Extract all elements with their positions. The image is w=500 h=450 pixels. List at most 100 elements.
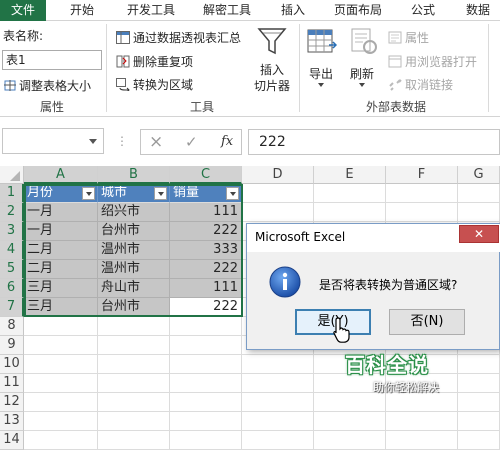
tab-formulas[interactable]: 公式	[404, 0, 442, 21]
row-header-10[interactable]: 10	[0, 355, 24, 374]
grid-cell[interactable]	[98, 393, 170, 412]
table-cell[interactable]: 111	[170, 279, 242, 298]
row-header-1[interactable]: 1	[0, 184, 24, 203]
grid-cell[interactable]	[458, 203, 500, 222]
grid-cell[interactable]	[98, 431, 170, 450]
column-header-c[interactable]: C	[170, 166, 242, 184]
grid-cell[interactable]	[98, 355, 170, 374]
cancel-icon[interactable]: ×	[149, 132, 163, 152]
grid-cell[interactable]	[458, 412, 500, 431]
grid-cell[interactable]	[24, 317, 98, 336]
grid-cell[interactable]	[242, 431, 314, 450]
table-cell[interactable]: 333	[170, 241, 242, 260]
table-name-input[interactable]: 表1	[2, 50, 102, 70]
tab-developer[interactable]: 开发工具	[120, 0, 182, 21]
table-cell[interactable]: 温州市	[98, 260, 170, 279]
grid-cell[interactable]	[170, 412, 242, 431]
table-header-cell[interactable]: 城市	[98, 184, 170, 203]
formula-input[interactable]: 222	[248, 129, 500, 155]
grid-cell[interactable]	[170, 374, 242, 393]
table-cell[interactable]: 111	[170, 203, 242, 222]
grid-cell[interactable]	[242, 184, 314, 203]
table-cell[interactable]: 一月	[24, 203, 98, 222]
tab-data[interactable]: 数据	[456, 0, 500, 21]
table-cell[interactable]: 绍兴市	[98, 203, 170, 222]
tab-home[interactable]: 开始	[62, 0, 102, 21]
grid-cell[interactable]	[98, 336, 170, 355]
filter-dropdown-icon[interactable]	[82, 187, 95, 200]
grid-cell[interactable]	[386, 203, 458, 222]
row-header-4[interactable]: 4	[0, 241, 24, 260]
table-cell[interactable]: 台州市	[98, 298, 170, 317]
column-header-g[interactable]: G	[458, 166, 500, 184]
external-properties-button[interactable]: 属性	[388, 29, 429, 46]
insert-slicer-button[interactable]: 插入 切片器	[252, 25, 292, 97]
table-cell[interactable]: 三月	[24, 298, 98, 317]
table-header-cell[interactable]: 销量	[170, 184, 242, 203]
grid-cell[interactable]	[170, 393, 242, 412]
grid-cell[interactable]	[24, 374, 98, 393]
table-cell[interactable]: 222	[170, 222, 242, 241]
table-cell[interactable]: 台州市	[98, 222, 170, 241]
dialog-close-button[interactable]: ✕	[459, 225, 499, 243]
grid-cell[interactable]	[24, 355, 98, 374]
grid-cell[interactable]	[24, 393, 98, 412]
grid-cell[interactable]	[170, 355, 242, 374]
grid-cell[interactable]	[242, 374, 314, 393]
row-header-8[interactable]: 8	[0, 317, 24, 336]
grid-cell[interactable]	[386, 184, 458, 203]
grid-cell[interactable]	[458, 355, 500, 374]
grid-cell[interactable]	[170, 431, 242, 450]
grid-cell[interactable]	[170, 317, 242, 336]
tab-page-layout[interactable]: 页面布局	[326, 0, 390, 21]
tab-decrypt-tools[interactable]: 解密工具	[196, 0, 258, 21]
grid-cell[interactable]	[386, 431, 458, 450]
grid-cell[interactable]	[458, 374, 500, 393]
grid-cell[interactable]	[242, 412, 314, 431]
row-header-5[interactable]: 5	[0, 260, 24, 279]
no-button[interactable]: 否(N)	[389, 309, 465, 335]
formula-bar-splitter-icon[interactable]: ⋮	[116, 134, 128, 148]
grid-cell[interactable]	[242, 393, 314, 412]
table-cell[interactable]: 222	[170, 260, 242, 279]
grid-cell[interactable]	[242, 203, 314, 222]
row-header-7[interactable]: 7	[0, 298, 24, 317]
grid-cell[interactable]	[314, 431, 386, 450]
grid-cell[interactable]	[170, 336, 242, 355]
grid-cell[interactable]	[458, 393, 500, 412]
table-header-cell[interactable]: 月份	[24, 184, 98, 203]
active-cell[interactable]: 222	[170, 298, 242, 317]
grid-cell[interactable]	[314, 184, 386, 203]
remove-duplicates-button[interactable]: 删除重复项	[116, 53, 193, 70]
grid-cell[interactable]	[24, 412, 98, 431]
grid-cell[interactable]	[98, 412, 170, 431]
filter-dropdown-icon[interactable]	[226, 187, 239, 200]
table-cell[interactable]: 三月	[24, 279, 98, 298]
grid-cell[interactable]	[98, 317, 170, 336]
name-box-dropdown-icon[interactable]	[89, 139, 97, 144]
tab-file[interactable]: 文件	[0, 0, 46, 21]
refresh-button[interactable]: 刷新	[346, 25, 382, 95]
table-cell[interactable]: 一月	[24, 222, 98, 241]
row-header-2[interactable]: 2	[0, 203, 24, 222]
row-header-13[interactable]: 13	[0, 412, 24, 431]
row-header-9[interactable]: 9	[0, 336, 24, 355]
table-cell[interactable]: 二月	[24, 241, 98, 260]
grid-cell[interactable]	[242, 355, 314, 374]
convert-to-range-button[interactable]: 转换为区域	[116, 76, 193, 93]
confirm-icon[interactable]: ✓	[185, 133, 198, 151]
table-cell[interactable]: 二月	[24, 260, 98, 279]
column-header-a[interactable]: A	[24, 166, 98, 184]
grid-cell[interactable]	[24, 431, 98, 450]
filter-dropdown-icon[interactable]	[154, 187, 167, 200]
grid-cell[interactable]	[458, 431, 500, 450]
row-header-12[interactable]: 12	[0, 393, 24, 412]
open-in-browser-button[interactable]: 用浏览器打开	[388, 53, 477, 70]
name-box[interactable]	[2, 128, 104, 154]
unlink-button[interactable]: 取消链接	[388, 76, 453, 93]
table-cell[interactable]: 温州市	[98, 241, 170, 260]
resize-table-button[interactable]: 调整表格大小	[3, 77, 91, 94]
select-all-corner[interactable]	[0, 166, 24, 184]
column-header-d[interactable]: D	[242, 166, 314, 184]
grid-cell[interactable]	[314, 203, 386, 222]
